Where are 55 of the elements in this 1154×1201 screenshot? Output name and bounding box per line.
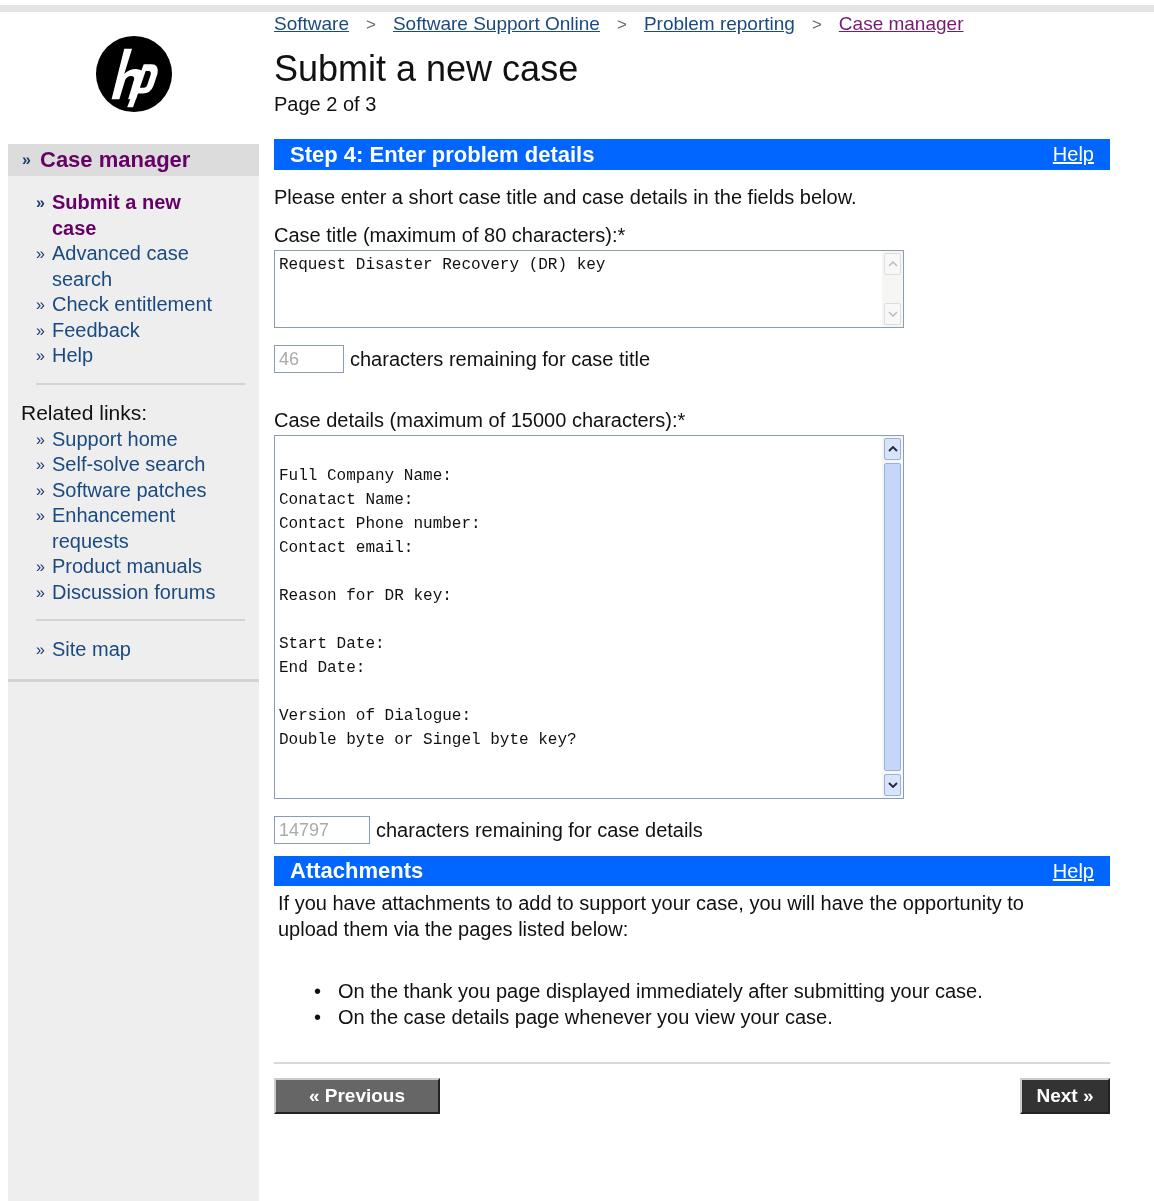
bullet: • [314, 1005, 322, 1030]
related-link[interactable]: Software patches [52, 477, 224, 503]
site-map-link[interactable]: Site map [52, 637, 224, 663]
related-link[interactable]: Product manuals [52, 554, 224, 580]
marker: » [36, 480, 46, 501]
next-button[interactable]: Next » [1020, 1078, 1110, 1114]
marker: » [36, 506, 46, 526]
breadcrumb-separator: > [616, 15, 627, 35]
remaining-label: characters remaining for case details [376, 818, 703, 842]
sidebar-link[interactable]: Advanced case search [52, 241, 224, 292]
list-item-text: On the thank you page displayed immediately after submitting your case. [338, 979, 983, 1004]
marker: » [36, 557, 46, 577]
marker: » [36, 244, 46, 264]
marker: » [36, 320, 46, 341]
page-subtitle: Page 2 of 3 [274, 93, 378, 116]
previous-button[interactable]: « Previous [274, 1078, 440, 1114]
list-item-text: On the case details page whenever you view your case. [338, 1005, 833, 1030]
marker: » [36, 455, 46, 475]
remaining-count-field: 14797 [274, 816, 370, 844]
case-manager-link[interactable]: Case manager [40, 147, 191, 173]
marker: » [22, 151, 32, 169]
marker: » [36, 640, 46, 660]
attachments-text: If you have attachments to add to support your case, you will have the opportunity to upload them via the pages listed below: [278, 891, 1025, 942]
related-link[interactable]: Enhancement requests [52, 503, 224, 554]
help-link[interactable]: Help [1052, 859, 1094, 883]
field-label: Case title (maximum of 80 characters):* [274, 224, 627, 247]
breadcrumb-link[interactable]: Problem reporting [643, 13, 795, 35]
marker: » [36, 582, 46, 603]
breadcrumb-link[interactable]: Software Support Online [392, 13, 600, 35]
related-link[interactable]: Discussion forums [52, 579, 224, 605]
sidebar-link[interactable]: Submit a new case [52, 190, 224, 241]
related-link[interactable]: Self-solve search [52, 452, 224, 478]
bullet: • [314, 979, 322, 1004]
breadcrumb-link[interactable]: Software [274, 13, 349, 35]
breadcrumb-separator: > [366, 15, 376, 35]
page-title: Submit a new case [274, 49, 580, 89]
related-link[interactable]: Support home [52, 426, 224, 452]
marker: » [36, 429, 46, 450]
remaining-count-field: 46 [274, 345, 344, 373]
marker: » [36, 346, 46, 366]
field-label: Case details (maximum of 15000 characters):* [274, 409, 687, 432]
marker: » [36, 295, 46, 315]
breadcrumb-separator: > [811, 15, 822, 35]
sidebar-link[interactable]: Help [52, 343, 224, 369]
related-links-heading: Related links: [20, 399, 149, 425]
remaining-label: characters remaining for case title [350, 347, 651, 371]
marker: » [36, 193, 46, 213]
sidebar-link[interactable]: Feedback [52, 317, 224, 343]
section-title: Step 4: Enter problem details [290, 141, 595, 168]
instruction-text: Please enter a short case title and case details in the fields below. [274, 186, 858, 209]
logo-icon [94, 35, 173, 113]
breadcrumb-link[interactable]: Case manager [838, 13, 964, 35]
help-link[interactable]: Help [1052, 143, 1094, 166]
sidebar-link[interactable]: Check entitlement [52, 292, 224, 318]
section-title: Attachments [290, 858, 424, 884]
